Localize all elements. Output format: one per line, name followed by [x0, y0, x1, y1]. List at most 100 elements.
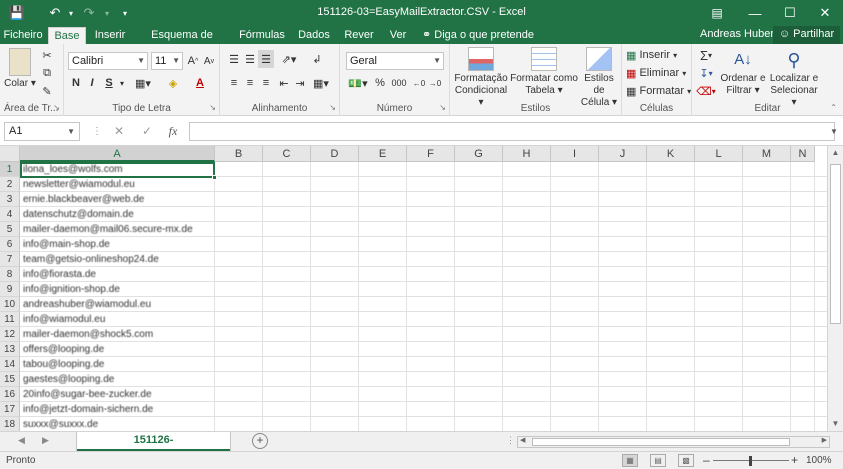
cell[interactable]: datenschutz@domain.de: [21, 207, 214, 222]
accounting-format-icon[interactable]: 💵▾: [346, 74, 370, 92]
row-header[interactable]: 2: [0, 177, 20, 192]
tab-review[interactable]: Rever: [338, 27, 380, 44]
fill-icon[interactable]: ↧ ▾: [696, 64, 716, 82]
increase-decimal-icon[interactable]: ←0: [412, 74, 426, 92]
collapse-ribbon-icon[interactable]: ⌃: [830, 103, 837, 112]
row-header[interactable]: 11: [0, 312, 20, 327]
column-header-a[interactable]: A: [20, 146, 215, 162]
cell[interactable]: mailer-daemon@shock5.com: [21, 327, 214, 342]
underline-dropdown-icon[interactable]: ▾: [117, 74, 127, 92]
zoom-slider[interactable]: – +: [703, 453, 798, 467]
tab-file[interactable]: Ficheiro: [2, 27, 44, 44]
fill-color-icon[interactable]: ◈: [162, 74, 184, 92]
column-header-b[interactable]: B: [215, 146, 263, 162]
bold-button[interactable]: N: [68, 74, 84, 92]
column-header-f[interactable]: F: [407, 146, 455, 162]
decrease-font-icon[interactable]: Av: [202, 52, 216, 70]
align-right-icon[interactable]: ≡: [258, 74, 274, 92]
wrap-text-icon[interactable]: ↲: [308, 50, 326, 68]
tab-split-icon[interactable]: ⋮: [506, 435, 515, 446]
number-format-combo[interactable]: Geral ▼: [346, 52, 444, 70]
font-color-icon[interactable]: A: [189, 74, 211, 92]
cell[interactable]: 20info@sugar-bee-zucker.de: [21, 387, 214, 402]
user-name[interactable]: Andreas Huber: [700, 28, 774, 40]
row-header[interactable]: 8: [0, 267, 20, 282]
zoom-out-icon[interactable]: –: [703, 453, 710, 467]
column-header-d[interactable]: D: [311, 146, 359, 162]
insert-function-button[interactable]: fx: [162, 122, 184, 141]
column-header-e[interactable]: E: [359, 146, 407, 162]
font-size-combo[interactable]: 11 ▼: [151, 52, 183, 70]
enter-icon[interactable]: ✓: [136, 122, 158, 141]
vertical-scrollbar[interactable]: ▲ ▼: [827, 146, 843, 431]
tab-formulas[interactable]: Fórmulas: [234, 27, 290, 44]
cancel-icon[interactable]: ✕: [108, 122, 130, 141]
worksheet-grid[interactable]: ABCDEFGHIJKLMN 1 2 3 4 5 6 7 8 9 10 11 12 13 14 15 16 17…: [0, 146, 843, 432]
tab-data[interactable]: Dados: [294, 27, 334, 44]
scroll-up-icon[interactable]: ▲: [828, 146, 843, 160]
format-as-table-button[interactable]: Formatar como Tabela ▾: [510, 47, 578, 97]
italic-button[interactable]: I: [84, 74, 100, 92]
cell[interactable]: newsletter@wiamodul.eu: [21, 177, 214, 192]
minimize-button[interactable]: —: [738, 0, 772, 26]
font-launcher-icon[interactable]: ↘: [209, 103, 216, 112]
customize-quick-access-icon[interactable]: ▾: [114, 3, 136, 23]
paste-button[interactable]: Colar ▾: [4, 48, 36, 90]
normal-view-icon[interactable]: ▦: [622, 454, 638, 467]
zoom-thumb[interactable]: [749, 456, 752, 466]
number-launcher-icon[interactable]: ↘: [439, 103, 446, 112]
share-button[interactable]: ☺ Partilhar: [773, 26, 840, 44]
column-header-n[interactable]: N: [791, 146, 815, 162]
column-header-k[interactable]: K: [647, 146, 695, 162]
next-sheet-icon[interactable]: ▶: [42, 435, 49, 446]
conditional-formatting-button[interactable]: Formatação Condicional ▾: [452, 47, 510, 109]
format-painter-icon[interactable]: ✎: [38, 82, 56, 100]
tab-insert[interactable]: Inserir: [90, 27, 130, 44]
decrease-decimal-icon[interactable]: →0: [428, 74, 442, 92]
tab-home[interactable]: Base: [48, 27, 86, 44]
increase-indent-icon[interactable]: ⇥: [292, 74, 308, 92]
row-header[interactable]: 4: [0, 207, 20, 222]
increase-font-icon[interactable]: A ^: [186, 52, 200, 70]
cell[interactable]: info@fiorasta.de: [21, 267, 214, 282]
cell[interactable]: info@main-shop.de: [21, 237, 214, 252]
row-header[interactable]: 17: [0, 402, 20, 417]
cell[interactable]: info@jetzt-domain-sichern.de: [21, 402, 214, 417]
find-select-button[interactable]: ⚲ Localizar e Selecionar ▾: [768, 47, 820, 109]
align-bottom-icon[interactable]: ☰: [258, 50, 274, 68]
align-left-icon[interactable]: ≡: [226, 74, 242, 92]
tell-me-box[interactable]: ⚭ Diga o que pretende fazer...: [422, 27, 562, 57]
merge-center-icon[interactable]: ▦▾: [310, 74, 332, 92]
row-header[interactable]: 16: [0, 387, 20, 402]
cell[interactable]: gaestes@looping.de: [21, 372, 214, 387]
row-header[interactable]: 6: [0, 237, 20, 252]
scroll-left-icon[interactable]: ◀: [520, 436, 525, 444]
cell[interactable]: mailer-daemon@mail06.secure-mx.de: [21, 222, 214, 237]
row-header[interactable]: 5: [0, 222, 20, 237]
clear-icon[interactable]: ⌫ ▾: [696, 82, 716, 100]
horizontal-scrollbar[interactable]: ◀ ▶: [517, 436, 830, 448]
borders-icon[interactable]: ▦▾: [132, 74, 154, 92]
save-icon[interactable]: 💾: [6, 3, 28, 23]
cell[interactable]: ernie.blackbeaver@web.de: [21, 192, 214, 207]
alignment-launcher-icon[interactable]: ↘: [329, 103, 336, 112]
cut-icon[interactable]: ✂: [38, 46, 56, 64]
row-header[interactable]: 7: [0, 252, 20, 267]
zoom-level[interactable]: 100%: [806, 455, 832, 466]
column-header-c[interactable]: C: [263, 146, 311, 162]
row-header[interactable]: 9: [0, 282, 20, 297]
sort-filter-button[interactable]: A↓ Ordenar e Filtrar ▾: [720, 47, 766, 97]
orientation-icon[interactable]: ⇗▾: [278, 50, 300, 68]
insert-cells-button[interactable]: ▦ Inserir ▾: [626, 46, 688, 64]
close-button[interactable]: ✕: [808, 0, 842, 26]
tab-page-layout[interactable]: Esquema de Página: [134, 27, 230, 57]
row-header[interactable]: 10: [0, 297, 20, 312]
column-header-i[interactable]: I: [551, 146, 599, 162]
tab-view[interactable]: Ver: [384, 27, 412, 44]
horizontal-scroll-thumb[interactable]: [532, 438, 790, 446]
column-header-m[interactable]: M: [743, 146, 791, 162]
active-cell-a1[interactable]: [20, 162, 217, 180]
name-box[interactable]: A1 ▼: [4, 122, 80, 141]
align-center-icon[interactable]: ≡: [242, 74, 258, 92]
cell[interactable]: team@getsio-onlineshop24.de: [21, 252, 214, 267]
